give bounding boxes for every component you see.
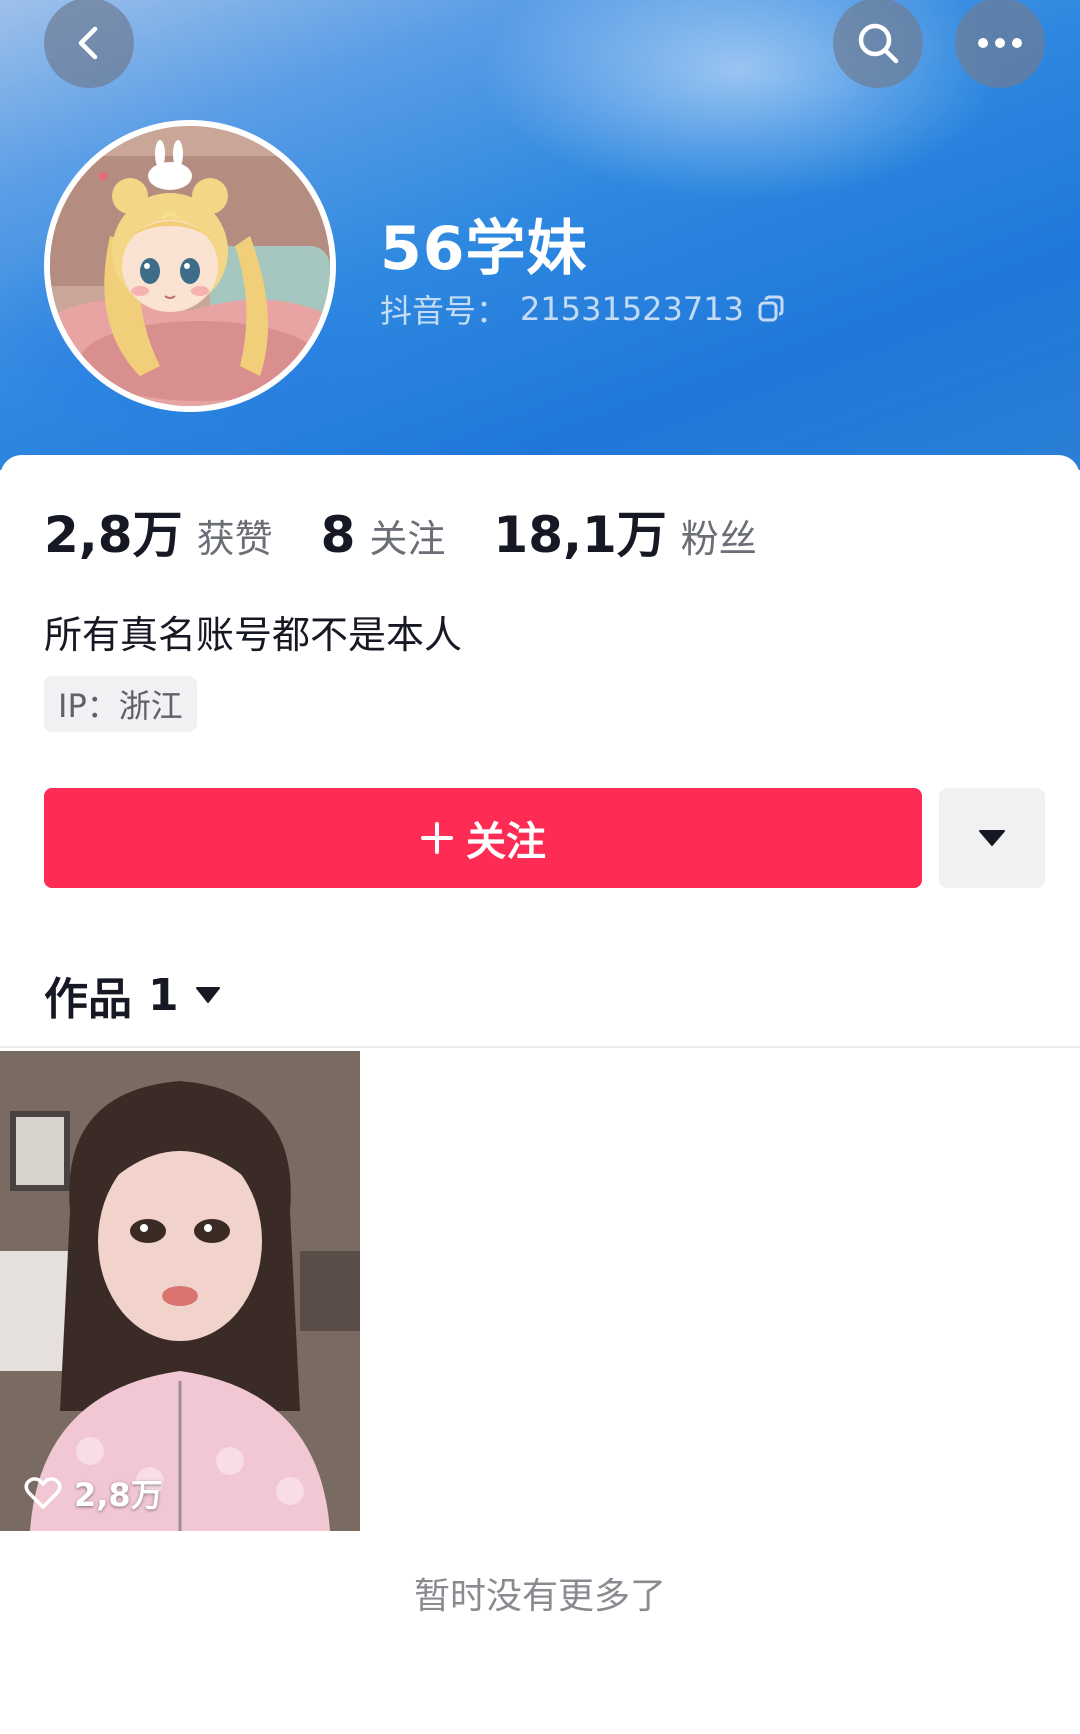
profile-bio: 所有真名账号都不是本人 xyxy=(44,613,463,657)
stat-followers-label: 粉丝 xyxy=(680,517,757,561)
avatar-illustration xyxy=(50,126,330,406)
caret-down-icon xyxy=(979,830,1005,846)
caret-down-icon xyxy=(195,987,220,1003)
account-id-value: 21531523713 xyxy=(520,290,744,328)
stat-following[interactable]: 8 关注 xyxy=(321,506,446,564)
no-more-content-text: 暂时没有更多了 xyxy=(413,1576,666,1617)
video-thumbnail[interactable] xyxy=(0,1051,360,1531)
account-id-row[interactable]: 抖音号： 21531523713 xyxy=(380,286,786,332)
recommend-dropdown-button[interactable] xyxy=(939,788,1045,888)
stat-following-value: 8 xyxy=(320,506,356,564)
follow-button[interactable]: 关注 xyxy=(44,788,922,888)
profile-username: 56学妹 xyxy=(380,214,588,284)
video-likes-count: 2,8万 xyxy=(74,1476,163,1514)
video-likes: 2,8万 xyxy=(24,1470,163,1516)
tab-works-count: 1 xyxy=(148,969,179,1021)
profile-header: 56学妹 抖音号： 21531523713 xyxy=(0,0,1080,470)
header-glow xyxy=(480,0,1000,200)
search-button[interactable] xyxy=(833,0,923,88)
more-dots-icon xyxy=(978,38,1022,48)
more-options-button[interactable] xyxy=(955,0,1045,88)
video-cover-image xyxy=(0,1051,360,1531)
profile-stats: 2,8万 获赞 8 关注 18,1万 粉丝 xyxy=(44,495,805,567)
stat-likes-label: 获赞 xyxy=(196,517,273,561)
ip-location-tag: IP：浙江 xyxy=(44,676,197,732)
tab-works-label: 作品 xyxy=(44,974,132,1025)
follow-button-label: 关注 xyxy=(466,819,546,865)
avatar[interactable] xyxy=(44,120,336,412)
stat-likes-value: 2,8万 xyxy=(44,506,183,564)
copy-icon[interactable] xyxy=(756,294,786,324)
account-id-label: 抖音号： xyxy=(380,292,509,330)
chevron-left-icon xyxy=(78,26,98,60)
tab-divider xyxy=(0,1046,1080,1048)
stat-likes[interactable]: 2,8万 获赞 xyxy=(44,495,273,567)
plus-icon xyxy=(421,822,453,854)
tab-works[interactable]: 作品 1 xyxy=(44,963,221,1027)
heart-icon xyxy=(24,1477,62,1509)
search-icon xyxy=(858,23,899,64)
back-button[interactable] xyxy=(44,0,134,88)
stat-followers-value: 18,1万 xyxy=(493,506,667,564)
stat-following-label: 关注 xyxy=(369,517,446,561)
stat-followers[interactable]: 18,1万 粉丝 xyxy=(493,495,756,567)
